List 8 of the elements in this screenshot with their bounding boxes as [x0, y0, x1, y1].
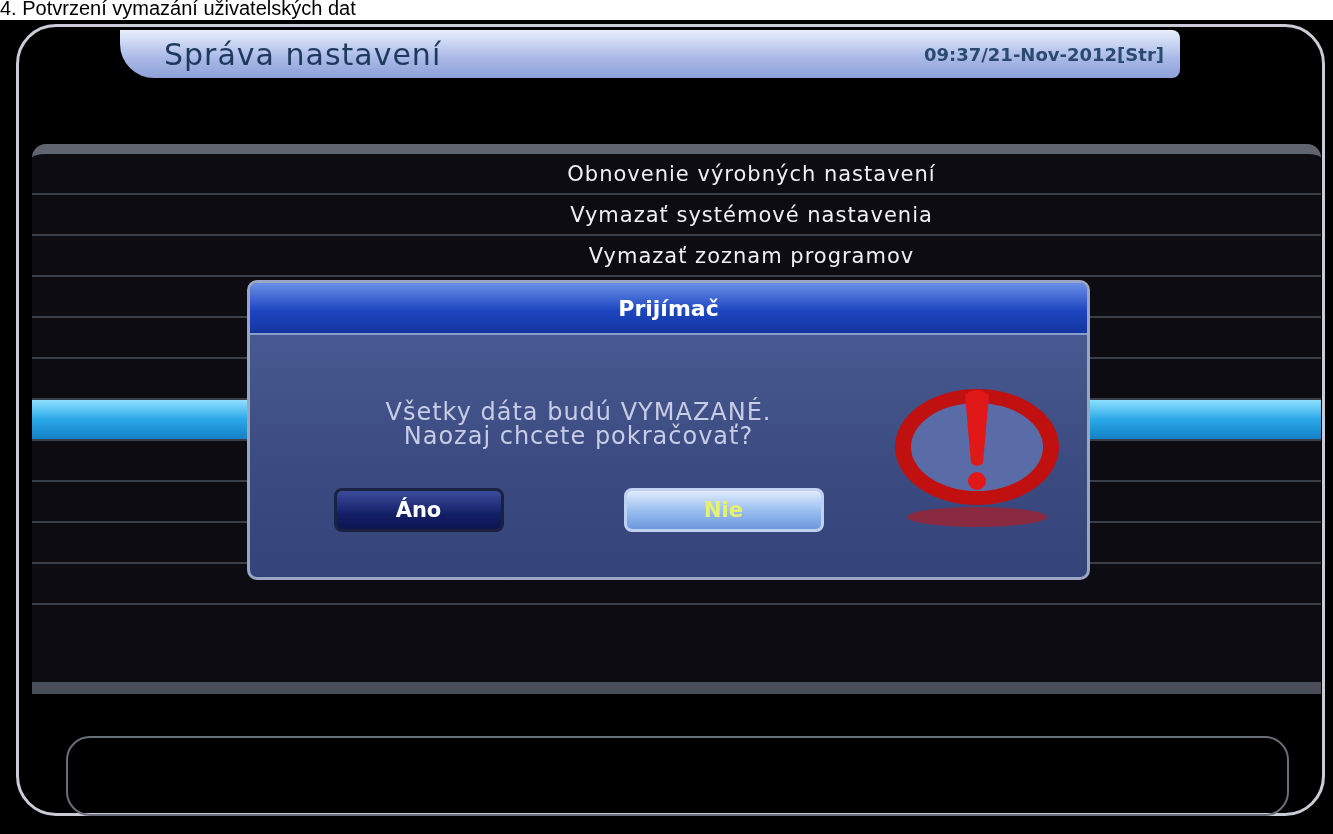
document-caption: 4. Potvrzení vymazání uživatelských dat: [0, 0, 356, 20]
menu-item[interactable]: Vymazať zoznam programov: [438, 243, 915, 268]
dialog-title: Prijímač: [618, 295, 719, 321]
screen-title: Správa nastavení: [164, 36, 442, 72]
date-time: 09:37/21-Nov-2012[Str]: [923, 43, 1164, 65]
menu-item[interactable]: Obnovenie výrobných nastavení: [417, 161, 936, 186]
menu-item[interactable]: Vymazať systémové nastavenia: [420, 202, 933, 227]
dialog-button[interactable]: Áno: [333, 488, 504, 532]
